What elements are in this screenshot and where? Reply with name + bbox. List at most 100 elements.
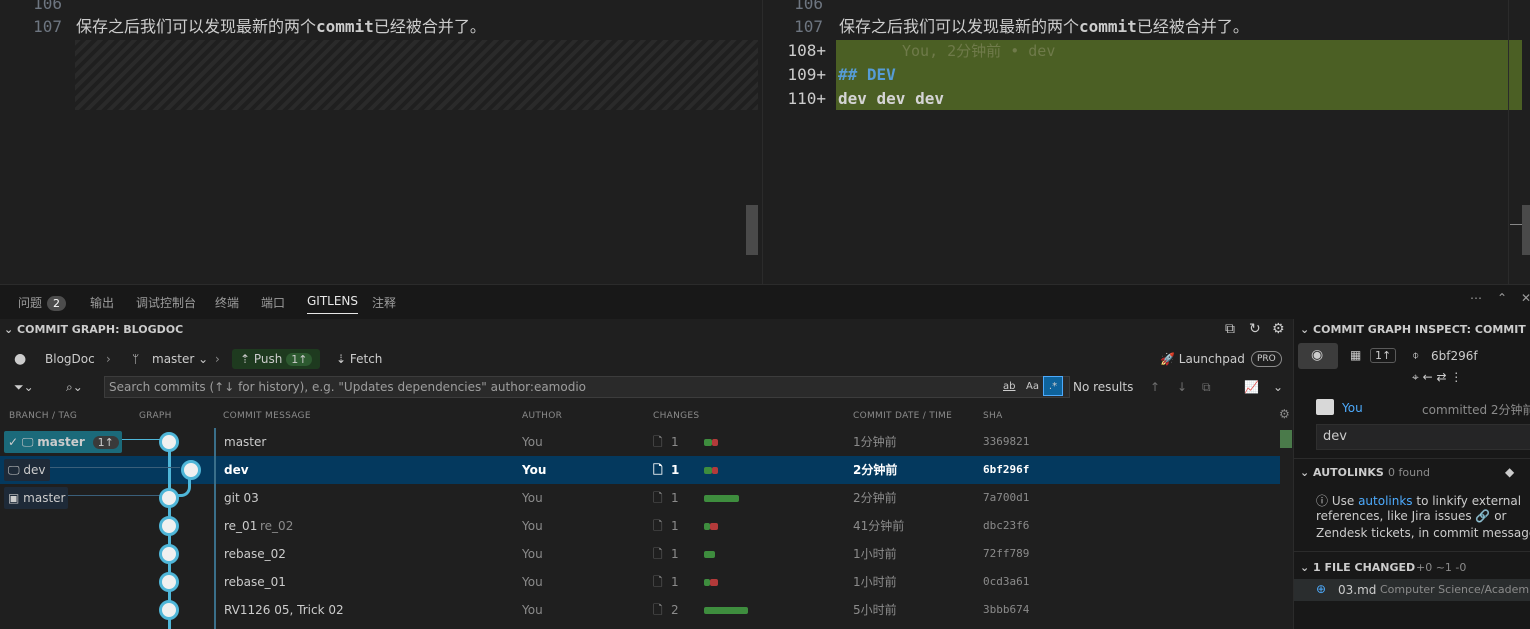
commit-message: git 03 — [224, 491, 259, 505]
minimap-toggle-icon[interactable]: 📈 — [1244, 377, 1259, 397]
open-in-editor-icon[interactable]: ⧉ — [1225, 319, 1235, 339]
branch-ref-master-remote[interactable]: ▣ master — [4, 487, 68, 509]
launchpad-button[interactable]: 🚀 Launchpad — [1160, 349, 1245, 369]
gear-icon[interactable]: ⚙ — [1272, 319, 1285, 339]
match-whole-word-toggle[interactable]: ab — [1003, 377, 1015, 397]
match-case-toggle[interactable]: Aa — [1026, 377, 1039, 397]
commit-row[interactable]: re_01 re_02 You 🗋 1 41分钟前 dbc23f6 — [0, 512, 1280, 540]
tab-problems[interactable]: 问题 2 — [18, 294, 67, 314]
editor-area: 106 107 保存之后我们可以发现最新的两个commit已经被合并了。 106… — [0, 0, 1530, 284]
commit-node-avatar[interactable] — [159, 600, 179, 620]
autolinks-link[interactable]: autolinks — [1358, 494, 1412, 508]
column-header-date[interactable]: COMMIT DATE / TIME — [853, 411, 952, 421]
commit-icon: ⌽ — [1412, 348, 1420, 362]
changes-bar-added — [704, 607, 748, 614]
changed-file-row[interactable]: ⊕ 03.md Computer Science/Academi... — [1294, 579, 1530, 601]
column-header-sha[interactable]: SHA — [983, 411, 1003, 421]
commit-node-avatar[interactable] — [159, 488, 179, 508]
problems-count-badge: 2 — [47, 296, 67, 311]
commit-node-avatar[interactable] — [181, 460, 201, 480]
commit-row[interactable]: RV1126 05, Trick 02 You 🗋 2 5小时前 3bbb674 — [0, 596, 1280, 624]
files-changed-header[interactable]: ⌄ 1 FILE CHANGED — [1300, 561, 1415, 574]
commit-message: rebase_02 — [224, 547, 286, 561]
changed-file-path: Computer Science/Academi... — [1380, 583, 1530, 596]
file-icon: 🗋 — [653, 603, 663, 617]
changes-count: 1 — [671, 519, 679, 533]
commit-author: You — [522, 547, 543, 561]
scrollbar-thumb[interactable] — [1280, 430, 1292, 448]
commit-message: rebase_01 — [224, 575, 286, 589]
code-line: 110+ dev dev dev — [762, 87, 1522, 111]
repo-name[interactable]: BlogDoc — [45, 349, 95, 369]
branch-selector[interactable]: master ⌄ — [152, 349, 208, 369]
column-header-branch[interactable]: BRANCH / TAG — [9, 411, 77, 421]
column-header-message[interactable]: COMMIT MESSAGE — [223, 411, 311, 421]
maximize-panel-icon[interactable]: ⌃ — [1497, 291, 1507, 311]
tab-output[interactable]: 输出 — [90, 294, 114, 314]
branch-ref-dev[interactable]: 🖵 dev — [4, 459, 50, 481]
changes-count: 1 — [671, 463, 680, 477]
more-actions-icon[interactable]: ⋯ — [1470, 291, 1482, 311]
autolinks-settings-icon[interactable]: ◆ — [1505, 465, 1514, 479]
commit-graph-header[interactable]: ⌄ COMMIT GRAPH: BLOGDOC — [4, 319, 183, 341]
changes-bar-added — [704, 551, 715, 558]
inspect-author[interactable]: You — [1342, 401, 1363, 415]
inspect-sha[interactable]: 6bf296f — [1431, 349, 1478, 363]
fetch-button[interactable]: ⇣ Fetch — [336, 349, 382, 369]
line-number: 107 — [33, 17, 62, 36]
inspect-header[interactable]: ⌄ COMMIT GRAPH INSPECT: COMMIT D... — [1300, 319, 1530, 341]
close-panel-icon[interactable]: ✕ — [1521, 291, 1530, 311]
tab-terminal[interactable]: 终端 — [215, 294, 239, 314]
commit-author: You — [522, 519, 543, 533]
commit-node-avatar[interactable] — [159, 432, 179, 452]
tab-gitlens[interactable]: GITLENS — [307, 294, 359, 314]
search-icon[interactable]: ⌕⌄ — [66, 377, 83, 397]
scrollbar-thumb[interactable] — [746, 205, 758, 255]
column-settings-icon[interactable]: ⚙ — [1279, 407, 1290, 421]
commit-node-avatar[interactable] — [159, 544, 179, 564]
commit-message: re_01 — [224, 519, 258, 533]
line-number: 106 — [33, 0, 62, 13]
autolinks-header[interactable]: ⌄ AUTOLINKS — [1300, 466, 1384, 479]
push-button[interactable]: ⇡ Push 1↑ — [232, 349, 321, 369]
commit-row[interactable]: rebase_02 You 🗋 1 1小时前 72ff789 — [0, 540, 1280, 568]
chevron-down-icon[interactable]: ⌄ — [1273, 377, 1283, 397]
branch-ref-master-current[interactable]: ✓ 🖵 master 1↑ — [4, 431, 122, 453]
column-header-graph[interactable]: GRAPH — [139, 411, 172, 421]
open-results-icon[interactable]: ⧉ — [1202, 377, 1211, 397]
git-blame-annotation: You, 2分钟前 • dev — [902, 42, 1056, 60]
next-result-icon[interactable]: ↓ — [1177, 377, 1187, 397]
commit-row[interactable]: master You 🗋 1 1分钟前 3369821 — [0, 428, 1280, 456]
line-text: 保存之后我们可以发现最新的两个commit已经被合并了。 — [76, 17, 486, 36]
regex-toggle[interactable]: .* — [1043, 376, 1063, 396]
tab-ports[interactable]: 端口 — [261, 294, 285, 314]
commit-date: 1分钟前 — [853, 435, 897, 449]
search-input[interactable]: Search commits (↑↓ for history), e.g. "U… — [104, 376, 1070, 398]
changes-bar-added — [704, 439, 712, 446]
graph-ref-connector — [50, 467, 180, 468]
column-header-author[interactable]: AUTHOR — [522, 411, 562, 421]
inspect-mode-button[interactable]: ◉ — [1298, 343, 1338, 369]
column-header-changes[interactable]: CHANGES — [653, 411, 699, 421]
file-icon: 🗋 — [653, 463, 663, 477]
wip-icon[interactable]: ▦ — [1350, 348, 1361, 362]
filter-icon[interactable]: ⏷⌄ — [14, 377, 34, 397]
autolinks-help-line3: Zendesk tickets, in commit messages. — [1316, 526, 1530, 540]
inspect-actions[interactable]: ⌖ ← ⇄ ⋮ — [1412, 370, 1462, 385]
commit-row[interactable]: rebase_01 You 🗋 1 1小时前 0cd3a61 — [0, 568, 1280, 596]
commit-row[interactable]: git 03 You 🗋 1 2分钟前 7a700d1 — [0, 484, 1280, 512]
commit-node-avatar[interactable] — [159, 516, 179, 536]
search-results-count: No results — [1073, 380, 1134, 394]
scrollbar-thumb[interactable] — [1522, 205, 1530, 255]
tab-debug-console[interactable]: 调试控制台 — [136, 294, 196, 314]
changes-count: 2 — [671, 603, 679, 617]
tab-comments[interactable]: 注释 — [372, 294, 396, 314]
scrollbar-track[interactable] — [1280, 428, 1293, 629]
graph-ref-connector — [68, 495, 168, 496]
changes-count: 1 — [671, 575, 679, 589]
refresh-icon[interactable]: ↻ — [1249, 319, 1261, 339]
commit-node-avatar[interactable] — [159, 572, 179, 592]
previous-result-icon[interactable]: ↑ — [1150, 377, 1160, 397]
commit-message: master — [224, 435, 267, 449]
file-icon: 🗋 — [653, 519, 663, 533]
